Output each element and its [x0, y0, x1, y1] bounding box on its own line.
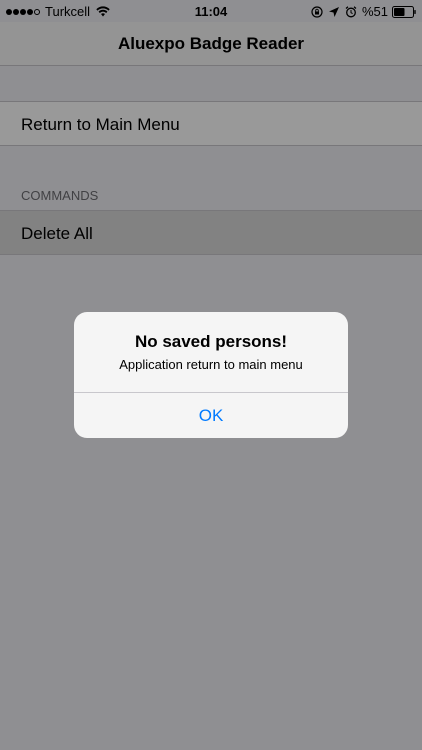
alert-ok-button[interactable]: OK: [74, 393, 348, 438]
alert-dialog: No saved persons! Application return to …: [74, 312, 348, 438]
alert-title: No saved persons!: [134, 332, 288, 351]
screen: Turkcell 11:04 %51 Aluexpo Badge Reader …: [0, 0, 422, 750]
alert-message: Application return to main menu: [119, 357, 303, 372]
